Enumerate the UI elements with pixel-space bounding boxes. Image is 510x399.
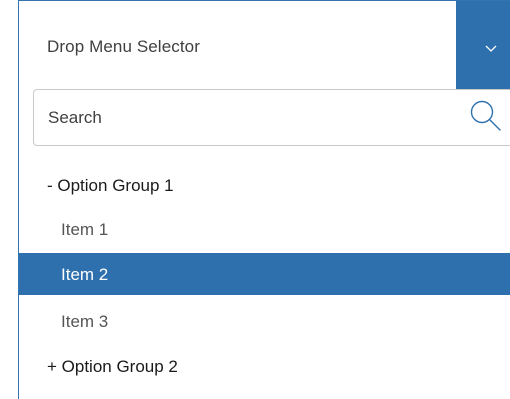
list-item-item-2[interactable]: Item 2 (19, 253, 510, 295)
option-group-2-header[interactable]: + Option Group 2 (19, 345, 510, 387)
option-group-1-header[interactable]: - Option Group 1 (19, 164, 510, 206)
selector-label: Drop Menu Selector (47, 37, 200, 56)
drop-menu-selector[interactable]: Drop Menu Selector (19, 1, 510, 94)
option-group-label: - Option Group 1 (47, 176, 174, 195)
option-group-label: + Option Group 2 (47, 357, 178, 376)
search-input[interactable] (48, 106, 448, 130)
list-item-label: Item 1 (61, 220, 109, 239)
list-item-label: Item 2 (61, 265, 109, 284)
dropdown-toggle-button[interactable] (456, 1, 510, 93)
list-item-item-1[interactable]: Item 1 (19, 208, 510, 250)
drop-menu: Drop Menu Selector - Option Group 1 Item… (18, 0, 510, 399)
search-icon[interactable] (469, 99, 503, 133)
list-item-item-3[interactable]: Item 3 (19, 300, 510, 342)
list-item-label: Item 3 (61, 312, 109, 331)
search-box (33, 89, 510, 146)
chevron-down-icon (485, 45, 497, 52)
